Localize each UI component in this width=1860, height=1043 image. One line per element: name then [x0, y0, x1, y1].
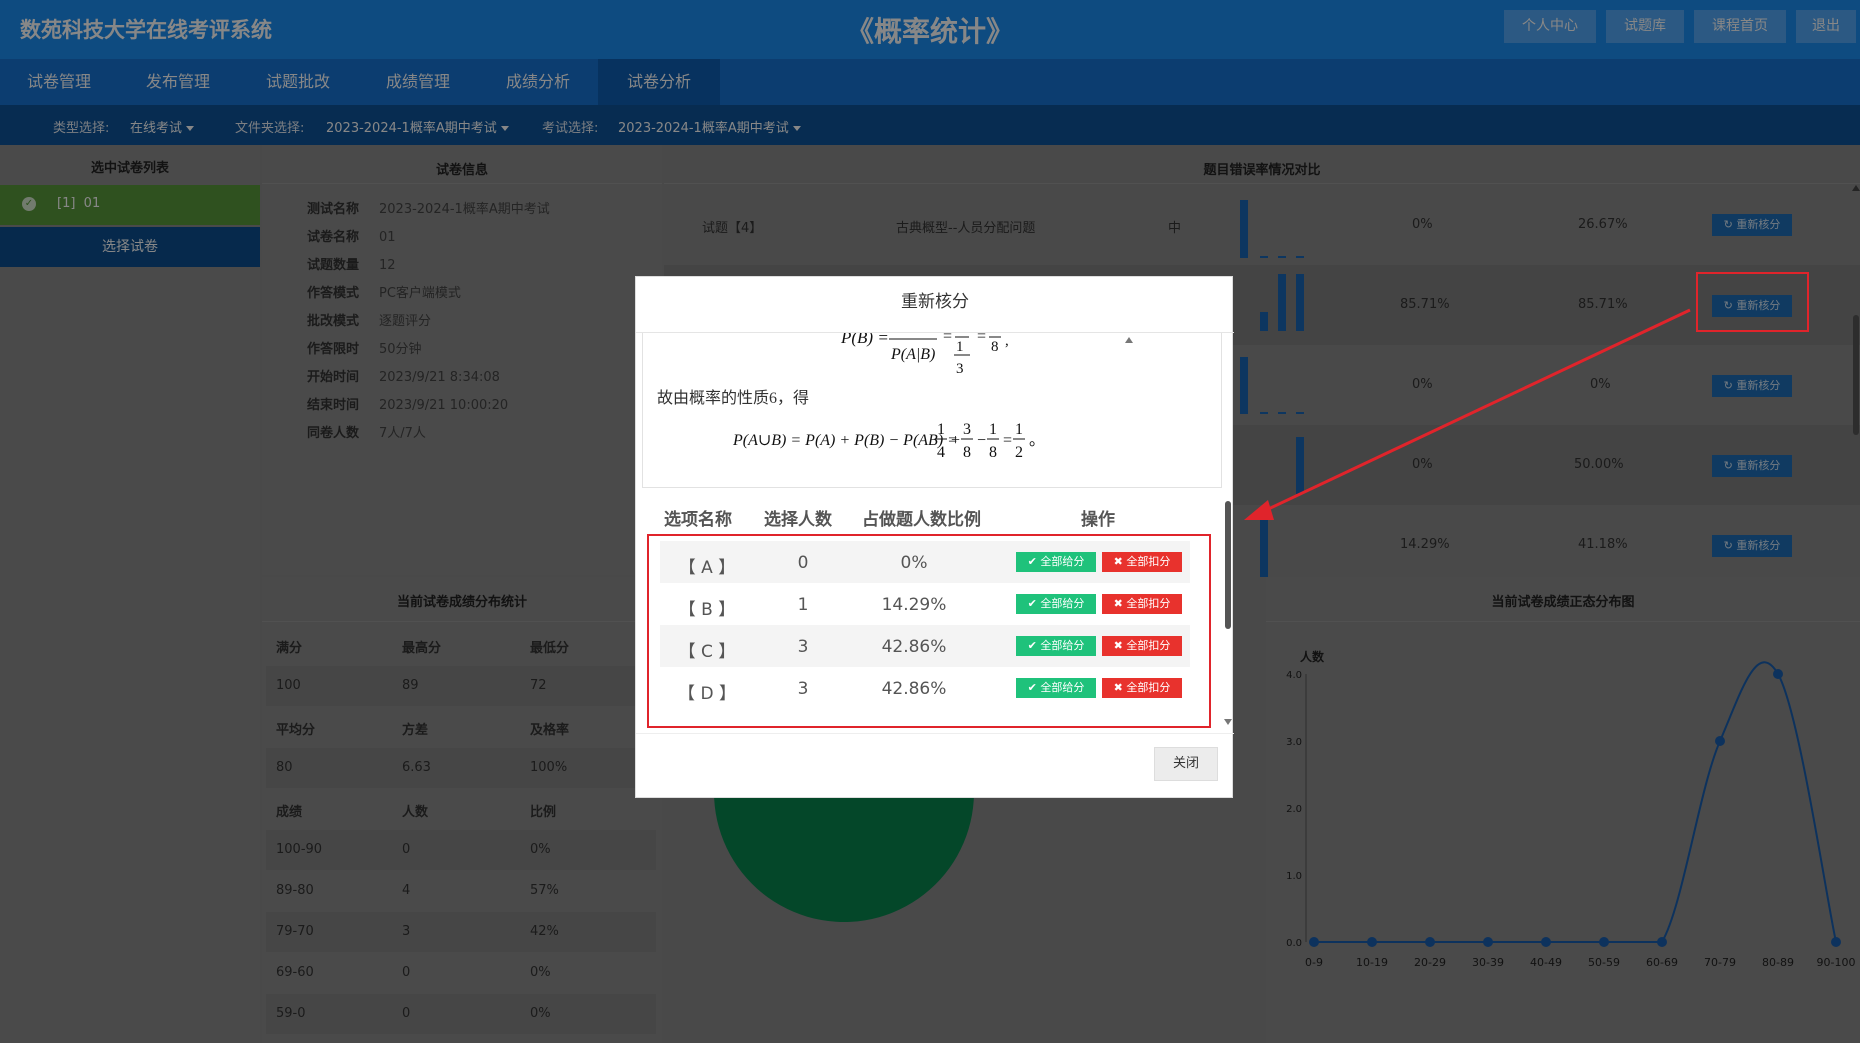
dialog-title: 重新核分	[636, 277, 1234, 333]
highlight-box	[647, 534, 1211, 728]
dialog-scrollbar[interactable]	[1223, 333, 1233, 728]
column-header-count: 选择人数	[764, 510, 832, 530]
column-header-ratio: 占做题人数比例	[862, 510, 981, 530]
svg-text:8: 8	[991, 339, 999, 355]
svg-text:。: 。	[1029, 432, 1045, 449]
close-button[interactable]: 关闭	[1154, 747, 1218, 781]
svg-text:P(B) =: P(B) =	[840, 333, 889, 347]
svg-text:4: 4	[937, 444, 945, 461]
chevron-down-icon[interactable]	[1224, 719, 1232, 725]
svg-text:1: 1	[956, 339, 964, 355]
svg-text:3: 3	[956, 361, 964, 377]
svg-text:=: =	[977, 333, 986, 345]
svg-text:,: ,	[1005, 333, 1009, 349]
svg-text:2: 2	[1015, 444, 1023, 461]
svg-text:=: =	[943, 333, 952, 345]
rescore-dialog: 重新核分 P(B) = P(A|B) = 1 3 = 8 , 故由概率的性质6，…	[635, 276, 1234, 798]
svg-text:P(A|B): P(A|B)	[890, 346, 935, 363]
svg-text:P(A∪B) = P(A) + P(B) − P(AB) =: P(A∪B) = P(A) + P(B) − P(AB) =	[732, 432, 958, 449]
svg-text:3: 3	[963, 421, 971, 438]
svg-text:8: 8	[989, 444, 997, 461]
svg-text:=: =	[1003, 432, 1012, 449]
svg-text:8: 8	[963, 444, 971, 461]
column-header-option: 选项名称	[664, 510, 732, 530]
formula-area: P(B) = P(A|B) = 1 3 = 8 , 故由概率的性质6，得 P(A…	[657, 333, 1045, 461]
app-root: 数苑科技大学在线考评系统 《概率统计》 个人中心 试题库 课程首页 退出 试卷管…	[0, 0, 1860, 1043]
chevron-up-icon[interactable]	[1125, 337, 1133, 343]
svg-text:1: 1	[989, 421, 997, 438]
question-content: P(B) = P(A|B) = 1 3 = 8 , 故由概率的性质6，得 P(A…	[642, 333, 1222, 488]
divider	[636, 733, 1234, 734]
svg-text:1: 1	[1015, 421, 1023, 438]
svg-text:1: 1	[937, 421, 945, 438]
highlight-box	[1696, 272, 1809, 332]
column-header-action: 操作	[1081, 510, 1115, 530]
svg-text:−: −	[977, 432, 986, 449]
scrollbar-thumb[interactable]	[1225, 501, 1231, 629]
formula-text: 故由概率的性质6，得	[657, 389, 809, 407]
svg-text:+: +	[951, 432, 960, 449]
